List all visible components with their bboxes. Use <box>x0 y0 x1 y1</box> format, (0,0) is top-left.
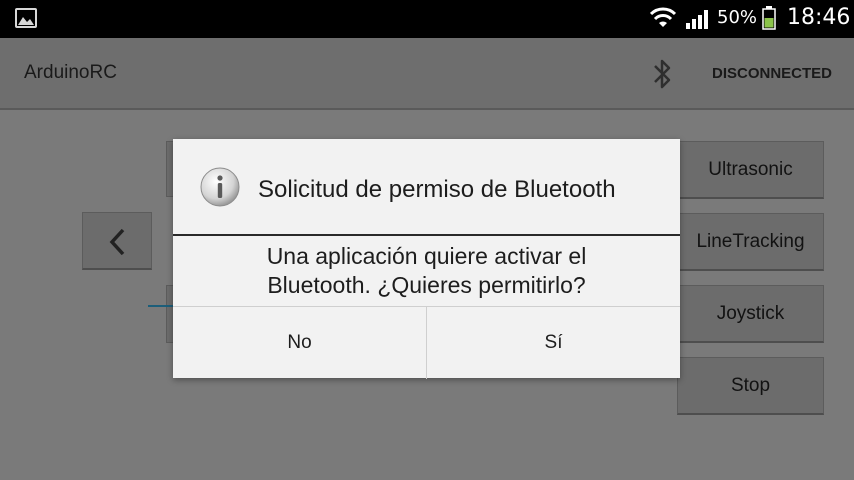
wifi-icon <box>649 7 677 33</box>
ultrasonic-button[interactable]: Ultrasonic <box>677 141 824 199</box>
app-bar: ArduinoRC DISCONNECTED <box>0 38 854 110</box>
joystick-button[interactable]: Joystick <box>677 285 824 343</box>
dialog-message-line: Una aplicación quiere activar el <box>266 243 587 269</box>
gallery-icon <box>15 8 37 28</box>
info-icon <box>200 167 240 207</box>
joystick-button-label: Joystick <box>716 303 785 324</box>
battery-percent: 50% <box>717 7 758 28</box>
no-button[interactable]: No <box>173 307 427 379</box>
clock: 18:46 <box>787 5 851 30</box>
yes-button[interactable]: Sí <box>427 307 680 379</box>
seekbar-track <box>148 305 174 307</box>
linetracking-button-label: LineTracking <box>696 231 805 252</box>
dialog-message-line: Bluetooth. ¿Quieres permitirlo? <box>267 272 586 298</box>
dialog-title: Solicitud de permiso de Bluetooth <box>258 176 616 203</box>
connection-status[interactable]: DISCONNECTED <box>712 65 832 82</box>
signal-icon <box>686 9 710 33</box>
battery-icon <box>762 6 776 30</box>
left-button[interactable] <box>82 212 152 270</box>
dialog-button-bar: No Sí <box>173 306 680 379</box>
dialog-divider <box>173 234 680 236</box>
app-title: ArduinoRC <box>24 62 117 83</box>
status-bar: 50% 18:46 <box>0 0 854 38</box>
chevron-left-icon <box>109 228 125 256</box>
ultrasonic-button-label: Ultrasonic <box>708 159 793 180</box>
bluetooth-permission-dialog: Solicitud de permiso de Bluetooth Una ap… <box>173 139 680 379</box>
bluetooth-icon[interactable] <box>652 56 674 96</box>
linetracking-button[interactable]: LineTracking <box>677 213 824 271</box>
stop-button[interactable]: Stop <box>677 357 824 415</box>
dialog-message: Una aplicación quiere activar el Bluetoo… <box>173 242 680 300</box>
stop-button-label: Stop <box>730 375 771 396</box>
